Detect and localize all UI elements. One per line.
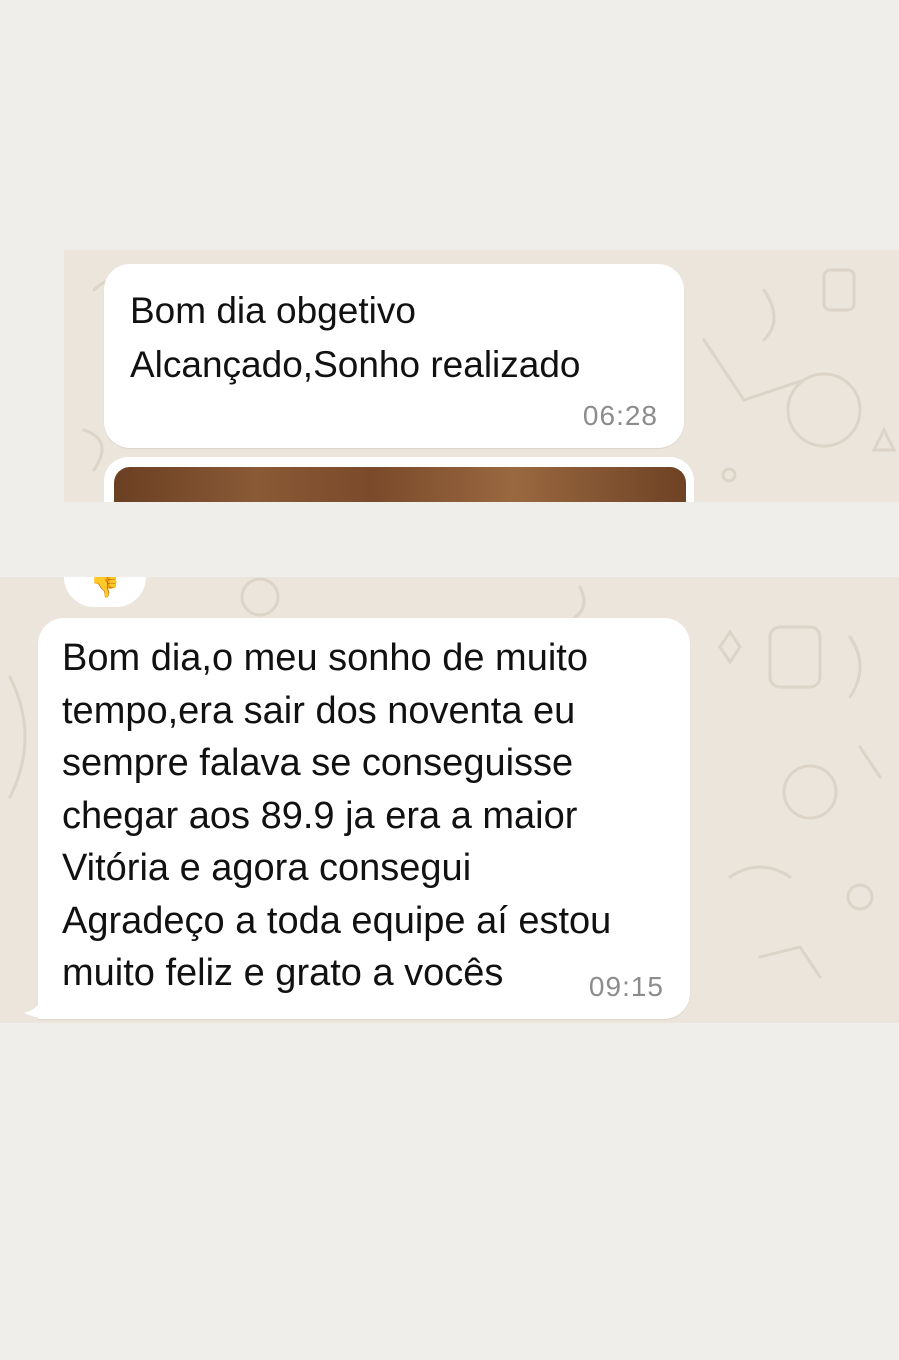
message-bubble-testimonial[interactable]: Bom dia,o meu sonho de muito tempo,era s… [38, 618, 690, 1019]
message-timestamp: 09:15 [588, 971, 664, 1002]
screenshot-collage: { "chat_top": { "message": { "text": "Bo… [0, 0, 899, 1360]
message-bubble-goal[interactable]: Bom dia obgetivo Alcançado,Sonho realiza… [104, 264, 684, 448]
message-timestamp: 06:28 [582, 400, 658, 431]
chat-panel-top: Bom dia obgetivo Alcançado,Sonho realiza… [64, 250, 899, 502]
message-text: Bom dia obgetivo Alcançado,Sonho realiza… [130, 290, 581, 385]
photo-thumbnail[interactable] [114, 467, 686, 502]
thumbs-down-emoji: 👎 [90, 577, 120, 599]
image-message-bubble[interactable] [104, 457, 694, 502]
message-text: Bom dia,o meu sonho de muito tempo,era s… [62, 637, 612, 994]
chat-panel-bottom: 👎 Bom dia,o meu sonho de muito tempo,era… [0, 577, 899, 1023]
